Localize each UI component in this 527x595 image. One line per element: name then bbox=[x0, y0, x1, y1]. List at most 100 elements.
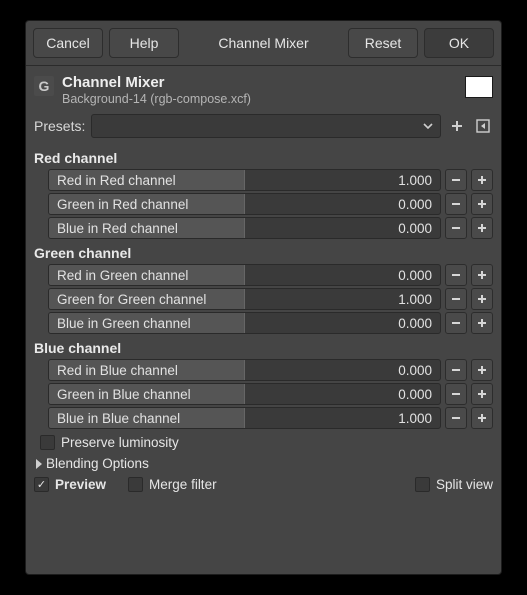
slider-label: Blue in Red channel bbox=[57, 221, 178, 236]
preset-add-button[interactable] bbox=[447, 116, 467, 136]
presets-row: Presets: bbox=[34, 114, 493, 138]
decrement-button[interactable] bbox=[445, 359, 467, 381]
minus-icon bbox=[450, 364, 462, 376]
merge-filter-checkbox[interactable] bbox=[128, 477, 143, 492]
increment-button[interactable] bbox=[471, 288, 493, 310]
preserve-luminosity-row: Preserve luminosity bbox=[40, 435, 493, 450]
channel-title: Blue channel bbox=[34, 340, 493, 356]
slider-row: Green for Green channel 1.000 bbox=[48, 288, 493, 310]
plus-icon bbox=[476, 198, 488, 210]
slider-value: 0.000 bbox=[398, 268, 432, 283]
plus-icon bbox=[476, 293, 488, 305]
minus-icon bbox=[450, 269, 462, 281]
title-block: Channel Mixer Background-14 (rgb-compose… bbox=[62, 74, 457, 106]
decrement-button[interactable] bbox=[445, 383, 467, 405]
value-slider[interactable]: Red in Red channel1.000 bbox=[48, 169, 441, 191]
slider-value: 1.000 bbox=[398, 292, 432, 307]
presets-combobox[interactable] bbox=[91, 114, 441, 138]
plus-icon bbox=[476, 174, 488, 186]
decrement-button[interactable] bbox=[445, 407, 467, 429]
split-view-label: Split view bbox=[436, 477, 493, 492]
increment-button[interactable] bbox=[471, 169, 493, 191]
preserve-luminosity-checkbox[interactable] bbox=[40, 435, 55, 450]
triangle-right-icon bbox=[36, 459, 42, 469]
slider-row: Red in Red channel1.000 bbox=[48, 169, 493, 191]
slider-label: Green in Red channel bbox=[57, 197, 188, 212]
increment-button[interactable] bbox=[471, 193, 493, 215]
slider-label: Green for Green channel bbox=[57, 292, 206, 307]
plus-icon bbox=[450, 119, 464, 133]
slider-label: Blue in Blue channel bbox=[57, 411, 180, 426]
decrement-button[interactable] bbox=[445, 217, 467, 239]
dialog-window: Cancel Help Channel Mixer Reset OK G Cha… bbox=[25, 20, 502, 575]
increment-button[interactable] bbox=[471, 359, 493, 381]
slider-row: Green in Red channel0.000 bbox=[48, 193, 493, 215]
bottom-options-row: ✓ Preview Merge filter Split view bbox=[34, 477, 493, 492]
increment-button[interactable] bbox=[471, 407, 493, 429]
increment-button[interactable] bbox=[471, 383, 493, 405]
minus-icon bbox=[450, 388, 462, 400]
value-slider[interactable]: Red in Blue channel 0.000 bbox=[48, 359, 441, 381]
slider-row: Blue in Blue channel 1.000 bbox=[48, 407, 493, 429]
preserve-luminosity-label: Preserve luminosity bbox=[61, 435, 179, 450]
decrement-button[interactable] bbox=[445, 312, 467, 334]
decrement-button[interactable] bbox=[445, 288, 467, 310]
blending-options-label: Blending Options bbox=[46, 456, 149, 471]
slider-row: Green in Blue channel 0.000 bbox=[48, 383, 493, 405]
filter-title: Channel Mixer bbox=[62, 74, 457, 91]
preview-checkbox[interactable]: ✓ bbox=[34, 477, 49, 492]
preset-manage-button[interactable] bbox=[473, 116, 493, 136]
slider-label: Red in Blue channel bbox=[57, 363, 178, 378]
action-button-bar: Cancel Help Channel Mixer Reset OK bbox=[26, 21, 501, 66]
increment-button[interactable] bbox=[471, 217, 493, 239]
value-slider[interactable]: Blue in Red channel0.000 bbox=[48, 217, 441, 239]
plus-icon bbox=[476, 412, 488, 424]
merge-filter-label: Merge filter bbox=[149, 477, 217, 492]
minus-icon bbox=[450, 293, 462, 305]
dialog-bar-title: Channel Mixer bbox=[185, 28, 342, 58]
filter-subtitle: Background-14 (rgb-compose.xcf) bbox=[62, 92, 457, 106]
channel-title: Green channel bbox=[34, 245, 493, 261]
app-logo-icon: G bbox=[34, 76, 54, 96]
preset-manage-icon bbox=[475, 118, 491, 134]
value-slider[interactable]: Green in Red channel0.000 bbox=[48, 193, 441, 215]
increment-button[interactable] bbox=[471, 264, 493, 286]
split-view-checkbox[interactable] bbox=[415, 477, 430, 492]
cancel-button[interactable]: Cancel bbox=[33, 28, 103, 58]
slider-row: Red in Blue channel 0.000 bbox=[48, 359, 493, 381]
decrement-button[interactable] bbox=[445, 169, 467, 191]
minus-icon bbox=[450, 317, 462, 329]
plus-icon bbox=[476, 222, 488, 234]
slider-label: Red in Green channel bbox=[57, 268, 188, 283]
slider-value: 0.000 bbox=[398, 316, 432, 331]
channel-title: Red channel bbox=[34, 150, 493, 166]
preview-label: Preview bbox=[55, 477, 106, 492]
value-slider[interactable]: Red in Green channel 0.000 bbox=[48, 264, 441, 286]
minus-icon bbox=[450, 222, 462, 234]
blending-options-expander[interactable]: Blending Options bbox=[34, 456, 493, 471]
minus-icon bbox=[450, 198, 462, 210]
slider-label: Blue in Green channel bbox=[57, 316, 191, 331]
plus-icon bbox=[476, 364, 488, 376]
value-slider[interactable]: Green for Green channel 1.000 bbox=[48, 288, 441, 310]
decrement-button[interactable] bbox=[445, 264, 467, 286]
increment-button[interactable] bbox=[471, 312, 493, 334]
reset-button[interactable]: Reset bbox=[348, 28, 418, 58]
minus-icon bbox=[450, 174, 462, 186]
slider-value: 0.000 bbox=[398, 363, 432, 378]
slider-label: Green in Blue channel bbox=[57, 387, 191, 402]
minus-icon bbox=[450, 412, 462, 424]
slider-row: Red in Green channel 0.000 bbox=[48, 264, 493, 286]
decrement-button[interactable] bbox=[445, 193, 467, 215]
value-slider[interactable]: Blue in Green channel 0.000 bbox=[48, 312, 441, 334]
value-slider[interactable]: Green in Blue channel 0.000 bbox=[48, 383, 441, 405]
slider-label: Red in Red channel bbox=[57, 173, 176, 188]
color-swatch[interactable] bbox=[465, 76, 493, 98]
dialog-body: G Channel Mixer Background-14 (rgb-compo… bbox=[26, 66, 501, 502]
help-button[interactable]: Help bbox=[109, 28, 179, 58]
slider-value: 1.000 bbox=[398, 411, 432, 426]
value-slider[interactable]: Blue in Blue channel 1.000 bbox=[48, 407, 441, 429]
slider-value: 0.000 bbox=[398, 387, 432, 402]
ok-button[interactable]: OK bbox=[424, 28, 494, 58]
plus-icon bbox=[476, 317, 488, 329]
